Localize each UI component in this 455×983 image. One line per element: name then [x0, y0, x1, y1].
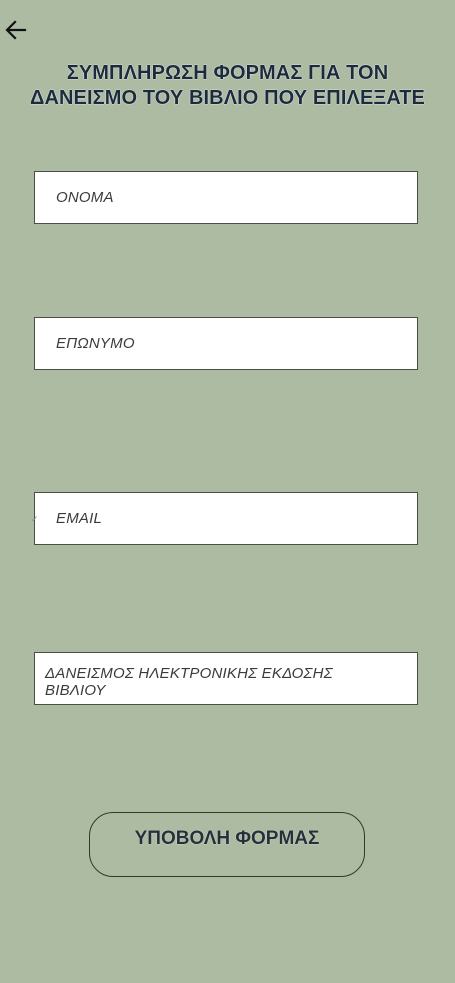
loan-type-field[interactable]: ΔΑΝΕΙΣΜΟΣ ΗΛΕΚΤΡΟΝΙΚΗΣ ΕΚΔΟΣΗΣ ΒΙΒΛΙΟΥ: [34, 652, 418, 705]
submit-button-label: ΥΠΟΒΟΛΗ ΦΟΡΜΑΣ: [134, 828, 320, 849]
page-title: ΣΥΜΠΛΗΡΩΣΗ ΦΟΡΜΑΣ ΓΙΑ ΤΟΝ ΔΑΝΕΙΣΜΟ ΤΟΥ Β…: [0, 61, 455, 111]
name-placeholder: ΟΝΟΜΑ: [56, 189, 114, 206]
name-field[interactable]: ΟΝΟΜΑ: [34, 171, 418, 224]
surname-placeholder: ΕΠΩΝΥΜΟ: [56, 335, 135, 352]
arrow-left-icon: [5, 20, 27, 40]
page-title-text: ΣΥΜΠΛΗΡΩΣΗ ΦΟΡΜΑΣ ΓΙΑ ΤΟΝ ΔΑΝΕΙΣΜΟ ΤΟΥ Β…: [29, 62, 425, 109]
submit-form-button[interactable]: ΥΠΟΒΟΛΗ ΦΟΡΜΑΣ: [89, 812, 365, 877]
loan-type-value: ΔΑΝΕΙΣΜΟΣ ΗΛΕΚΤΡΟΝΙΚΗΣ ΕΚΔΟΣΗΣ ΒΙΒΛΙΟΥ: [45, 665, 333, 699]
email-field[interactable]: ✓ EMAIL: [31, 492, 418, 545]
back-button[interactable]: [4, 18, 28, 42]
check-mark-icon: ✓: [31, 514, 39, 524]
email-placeholder: EMAIL: [56, 510, 103, 527]
surname-field[interactable]: ΕΠΩΝΥΜΟ: [34, 317, 418, 370]
